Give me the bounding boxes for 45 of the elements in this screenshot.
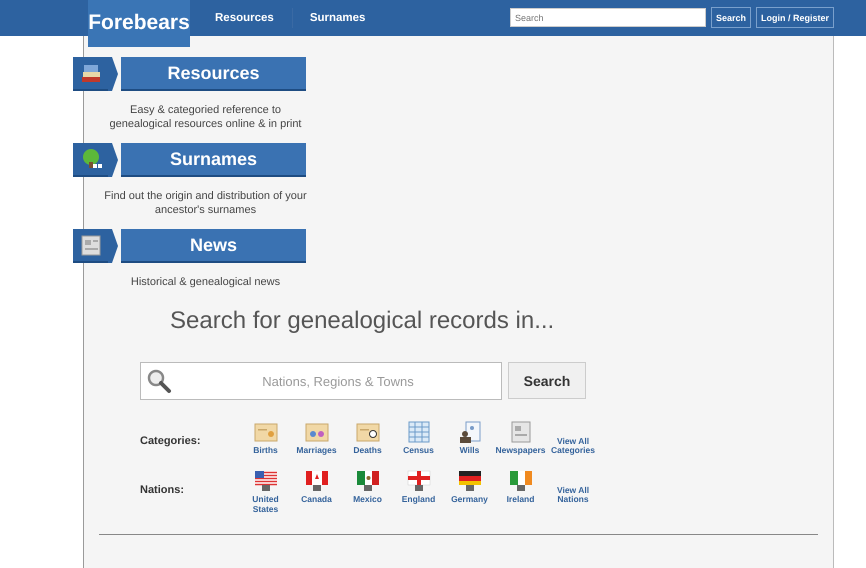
section-link[interactable]: Surnames [121,143,306,177]
search-field[interactable]: Search [510,8,706,27]
nation-link[interactable]: Ireland [495,470,546,514]
flag-icon [354,470,380,492]
chevron-icon [108,143,118,179]
site-logo[interactable]: Forebears [88,0,190,47]
category-link[interactable]: Wills [444,421,495,455]
category-link[interactable]: Census [393,421,444,455]
section-link[interactable]: News [121,229,306,263]
nav-link[interactable]: Surnames [310,8,384,28]
nation-link[interactable]: Mexico [342,470,393,514]
chevron-icon [108,57,118,93]
row-label: Categories: [140,435,202,447]
view-all-link[interactable]: View All Nations [550,486,596,504]
flag-icon [508,470,534,492]
search-button[interactable]: Search [508,362,586,399]
section-description: Easy & categoried reference to genealogical resources online & in print [108,103,302,131]
row-label: Nations: [140,484,185,496]
flag-icon [304,470,330,492]
section-description: Find out the origin and distribution of your ancestor's surnames [103,189,308,217]
certificate-icon [354,421,380,443]
flag-icon [406,470,432,492]
nation-link[interactable]: England [393,470,444,514]
nation-link[interactable]: Canada [291,470,342,514]
newspaper-icon [78,233,102,257]
records-search-field[interactable]: Nations, Regions & Towns [140,362,502,400]
category-link[interactable]: Deaths [342,421,393,455]
flag-icon [252,470,278,492]
search-button[interactable]: Search [710,7,751,28]
login-button[interactable]: Login / Register [756,7,834,28]
category-link[interactable]: Newspapers [495,421,546,455]
view-all-link[interactable]: View All Categories [550,437,596,455]
table-icon [406,421,432,443]
section-link[interactable]: Resources [121,57,306,91]
nation-link[interactable]: Germany [444,470,495,514]
search-heading: Search for genealogical records in... [170,307,556,335]
flag-icon [456,470,482,492]
section-description: Historical & genealogical news [130,275,282,289]
certificate-icon [304,421,330,443]
certificate-icon [252,421,278,443]
category-link[interactable]: Births [240,421,291,455]
nav-link[interactable]: Resources [215,8,293,28]
nation-link[interactable]: United States [240,470,291,514]
category-link[interactable]: Marriages [291,421,342,455]
chevron-icon [108,229,118,265]
